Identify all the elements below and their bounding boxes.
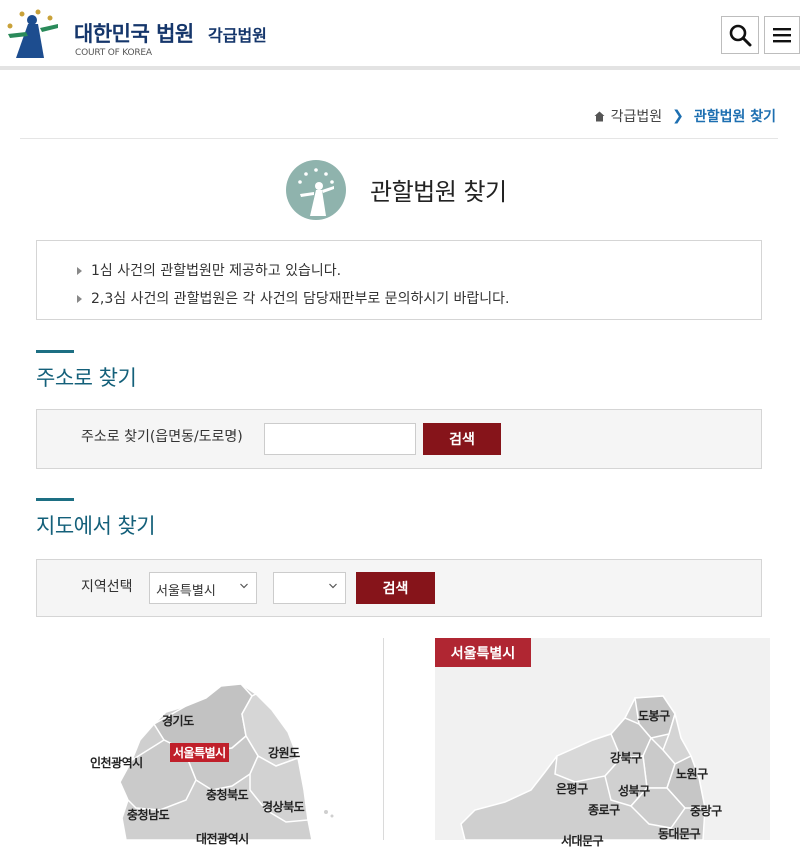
section-title-map: 지도에서 찾기	[36, 514, 156, 538]
breadcrumb-current: 관할법원 찾기	[693, 109, 776, 125]
region-select[interactable]: 서울특별시	[149, 572, 257, 604]
map-label[interactable]: 경기도	[162, 712, 194, 729]
district-label[interactable]: 도봉구	[638, 707, 670, 724]
district-label[interactable]: 강북구	[610, 749, 642, 766]
site-header: 대한민국 법원 각급법원 COURT OF KOREA	[0, 0, 800, 70]
home-icon[interactable]	[594, 111, 605, 122]
district-label[interactable]: 성북구	[618, 782, 650, 799]
selected-region-badge: 서울특별시	[435, 638, 531, 667]
map-label[interactable]: 강원도	[268, 744, 300, 761]
notice-box: 1심 사건의 관할법원만 제공하고 있습니다. 2,3심 사건의 관할법원은 각…	[36, 240, 762, 320]
logo-subtitle[interactable]: 각급법원	[208, 22, 267, 46]
title-emblem-icon	[286, 160, 346, 220]
section-bar	[36, 350, 74, 353]
district-label[interactable]: 종로구	[588, 801, 620, 818]
address-search-input[interactable]	[264, 423, 416, 455]
district-label[interactable]: 노원구	[676, 765, 708, 782]
section-title-address: 주소로 찾기	[36, 366, 137, 390]
breadcrumb-divider	[20, 138, 778, 139]
breadcrumb-separator: ❯	[672, 108, 684, 124]
breadcrumb-parent[interactable]: 각급법원	[611, 106, 663, 126]
chevron-down-icon	[240, 583, 248, 589]
address-search-button[interactable]: 검색	[423, 423, 501, 455]
district-label[interactable]: 은평구	[556, 780, 588, 797]
breadcrumb: 각급법원 ❯ 관할법원 찾기	[594, 106, 776, 126]
section-bar	[36, 498, 74, 501]
logo-english: COURT OF KOREA	[75, 48, 152, 58]
map-label[interactable]: 경상북도	[262, 798, 305, 815]
notice-item: 2,3심 사건의 관할법원은 각 사건의 담당재판부로 문의하시기 바랍니다.	[77, 285, 761, 313]
map-label[interactable]: 대전광역시	[196, 830, 249, 847]
region-select-value: 서울특별시	[156, 584, 216, 599]
map-label[interactable]: 충청남도	[127, 806, 170, 823]
menu-icon	[773, 28, 791, 43]
korea-map[interactable]	[36, 640, 376, 841]
map-divider	[383, 638, 384, 840]
map-label[interactable]: 충청북도	[206, 786, 249, 803]
logo-title[interactable]: 대한민국 법원	[74, 18, 194, 48]
district-label[interactable]: 서대문구	[561, 832, 604, 849]
district-select[interactable]	[273, 572, 346, 604]
search-icon	[729, 24, 752, 47]
district-label[interactable]: 중랑구	[690, 802, 722, 819]
search-button[interactable]	[721, 16, 759, 54]
menu-button[interactable]	[764, 16, 800, 54]
chevron-down-icon	[329, 583, 337, 589]
map-label-selected[interactable]: 서울특별시	[170, 743, 229, 762]
page-title: 관할법원 찾기	[370, 178, 507, 206]
map-label[interactable]: 인천광역시	[90, 754, 143, 771]
notice-item: 1심 사건의 관할법원만 제공하고 있습니다.	[77, 257, 761, 285]
region-search-button[interactable]: 검색	[356, 572, 435, 604]
region-select-label: 지역선택	[81, 579, 133, 595]
district-label[interactable]: 동대문구	[658, 825, 701, 842]
address-search-label: 주소로 찾기(읍면동/도로명)	[81, 429, 243, 445]
court-emblem-icon[interactable]	[0, 6, 66, 62]
